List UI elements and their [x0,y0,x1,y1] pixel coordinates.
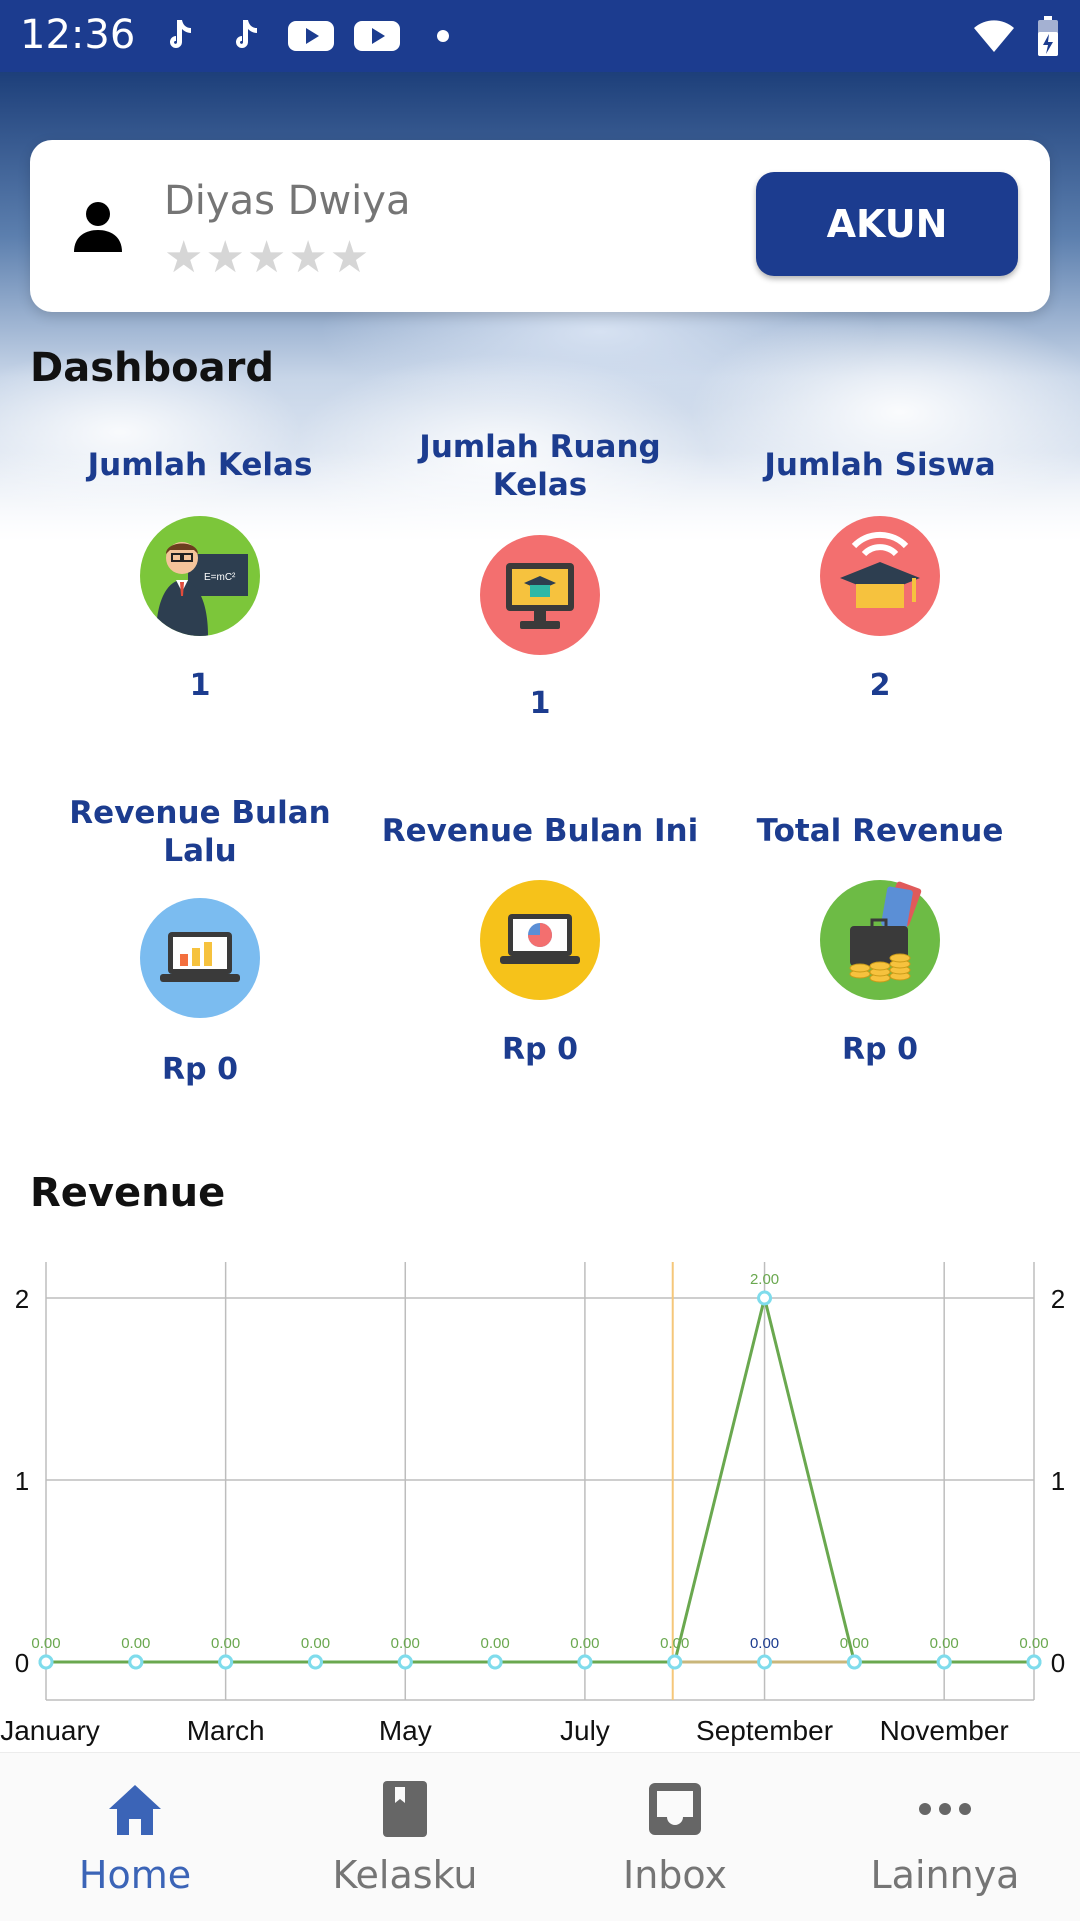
stat-jumlah-ruang-kelas-value: 1 [529,686,551,721]
data-point [936,1654,952,1670]
stat-total-revenue[interactable]: Total Revenue [710,812,1050,850]
status-bar: 12:36 [0,0,1080,72]
data-label: 0.00 [121,1635,150,1652]
user-name: Diyas Dwiya [164,178,411,224]
nav-label: Home [78,1853,192,1897]
rating-stars: ★★★★★ [164,233,372,282]
laptop-chart-icon [140,898,260,1018]
stat-label: Jumlah Kelas [87,447,313,483]
bottom-navigation: Home Kelasku Inbox Lainnya [0,1752,1080,1921]
data-point [487,1654,503,1670]
battery-icon [1038,16,1058,56]
tiktok-icon [236,20,257,48]
classroom-monitor-icon [480,535,600,655]
revenue-line-chart[interactable]: 0 0 1 1 2 2 0.00 0.00 0.00 0.00 0.00 0.00 0.00 0.00 0.… [0,1250,1080,1750]
data-label: 2.00 [750,1271,779,1288]
nav-lainnya[interactable]: Lainnya [810,1753,1080,1921]
person-icon [74,202,122,252]
nav-home[interactable]: Home [0,1753,270,1921]
teacher-icon: E=mC² [140,516,260,636]
data-label: 0.00 [31,1635,60,1652]
data-point [38,1654,54,1670]
data-point [757,1290,773,1306]
user-card: Diyas Dwiya ★★★★★ AKUN [30,140,1050,312]
money-coins-icon [820,880,940,1000]
y-tick-label-right: 1 [1051,1466,1065,1496]
stat-label: Total Revenue [756,813,1004,849]
data-label: 0.00 [391,1635,420,1652]
svg-text:E=mC²: E=mC² [204,572,236,583]
y-tick-label-left: 1 [15,1466,29,1496]
data-point [757,1654,773,1670]
data-label: 0.00 [750,1635,779,1652]
youtube-icon [288,21,334,51]
nav-inbox[interactable]: Inbox [540,1753,810,1921]
stat-revenue-bulan-ini-value: Rp 0 [502,1032,578,1067]
graduation-cap-icon [820,516,940,636]
inbox-icon [649,1783,701,1835]
youtube-icon [354,21,400,51]
stat-jumlah-siswa[interactable]: Jumlah Siswa [710,446,1050,484]
stat-label: Jumlah Ruang Kelas [419,429,661,503]
data-point [307,1654,323,1670]
data-label: 0.00 [480,1635,509,1652]
data-point [397,1654,413,1670]
stat-revenue-bulan-ini[interactable]: Revenue Bulan Ini [370,812,710,850]
data-point [128,1654,144,1670]
data-point [577,1654,593,1670]
laptop-pie-icon [480,880,600,1000]
y-tick-label-right: 0 [1051,1648,1065,1678]
data-point [846,1654,862,1670]
data-point [218,1654,234,1670]
data-label: 0.00 [660,1635,689,1652]
stat-label: Jumlah Siswa [764,447,996,483]
x-tick-label: March [187,1715,265,1746]
x-tick-label: July [560,1715,610,1746]
status-time: 12:36 [20,12,136,58]
y-tick-label-left: 0 [15,1648,29,1678]
stat-label: Revenue Bulan Ini [381,813,699,849]
more-icon [919,1803,971,1815]
stat-revenue-bulan-lalu[interactable]: Revenue Bulan Lalu [30,794,370,870]
stat-jumlah-kelas-value: 1 [189,668,211,703]
book-icon [383,1781,427,1837]
x-tick-label: May [379,1715,432,1746]
data-point [1026,1654,1042,1670]
stat-label: Revenue Bulan Lalu [69,795,331,869]
revenue-title: Revenue [30,1170,226,1216]
stat-revenue-bulan-lalu-value: Rp 0 [162,1052,238,1087]
wifi-icon [974,20,1014,52]
y-tick-label-right: 2 [1051,1284,1065,1314]
nav-label: Lainnya [870,1853,1020,1897]
stat-jumlah-ruang-kelas[interactable]: Jumlah Ruang Kelas [370,428,710,504]
data-label: 0.00 [301,1635,330,1652]
account-button[interactable]: AKUN [756,172,1018,276]
data-label: 0.00 [930,1635,959,1652]
x-tick-label: November [880,1715,1009,1746]
stat-total-revenue-value: Rp 0 [842,1032,918,1067]
stat-jumlah-kelas[interactable]: Jumlah Kelas [30,446,370,484]
nav-label: Kelasku [332,1853,478,1897]
dashboard-title: Dashboard [30,345,274,391]
nav-label: Inbox [623,1853,727,1897]
data-label: 0.00 [211,1635,240,1652]
data-label: 0.00 [1019,1635,1048,1652]
nav-kelasku[interactable]: Kelasku [270,1753,540,1921]
tiktok-icon [170,20,191,48]
x-tick-label: January [0,1715,100,1746]
y-tick-label-left: 2 [15,1284,29,1314]
data-label: 0.00 [570,1635,599,1652]
data-label: 0.00 [840,1635,869,1652]
dot-icon [437,30,449,42]
home-icon [109,1785,161,1835]
stat-jumlah-siswa-value: 2 [869,668,891,703]
x-tick-label: September [696,1715,833,1746]
data-point [667,1654,683,1670]
